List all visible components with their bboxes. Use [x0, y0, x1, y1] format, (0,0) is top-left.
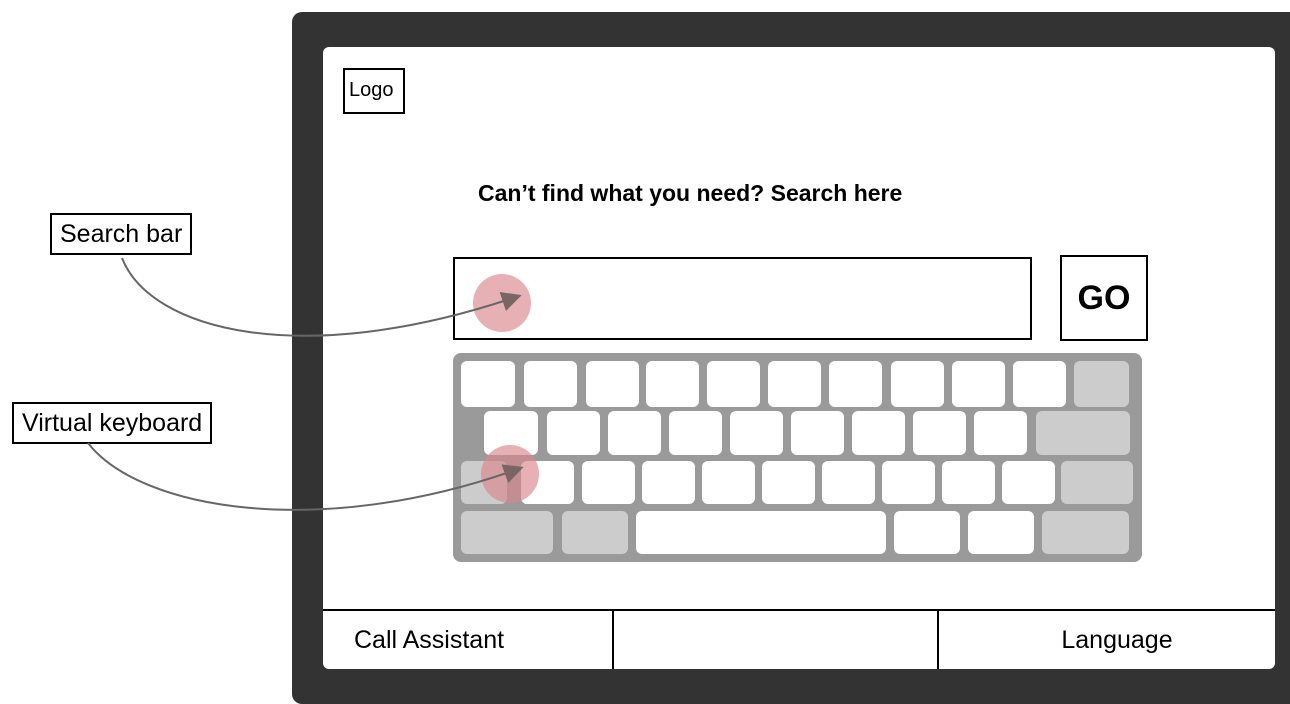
- touch-marker-keyboard: [481, 445, 539, 503]
- search-bar-connector: [121, 257, 522, 337]
- touch-marker-search: [473, 274, 531, 332]
- annotation-overlay: [87, 257, 539, 511]
- keyboard-connector: [87, 442, 524, 511]
